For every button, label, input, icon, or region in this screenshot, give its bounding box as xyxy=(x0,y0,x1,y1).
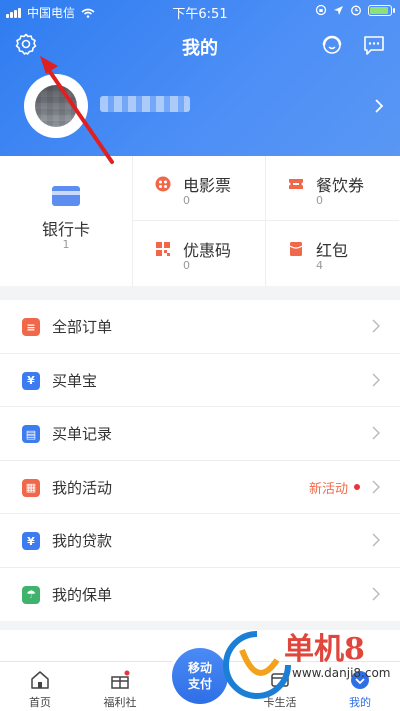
promo-code-icon xyxy=(156,242,170,256)
home-icon xyxy=(31,671,49,689)
red-packet-label: 红包 xyxy=(316,241,349,260)
food-coupon-icon xyxy=(289,179,303,189)
assets-grid: 银行卡 1 电影票 0 餐饮券 0 优惠码 0 红包 4 xyxy=(0,156,400,286)
mobile-pay-line1: 移动 xyxy=(187,661,212,675)
menu-item-label: 我的保单 xyxy=(52,585,113,604)
bank-card-tile[interactable]: 银行卡 1 xyxy=(0,156,133,286)
chevron-right-icon xyxy=(375,99,384,113)
chevron-right-icon xyxy=(372,426,380,440)
avatar[interactable] xyxy=(24,74,88,138)
chevron-right-icon xyxy=(372,372,380,387)
status-bar: 中国电信 下午6:51 xyxy=(0,0,400,22)
bank-card-label: 银行卡 xyxy=(41,220,90,239)
food-coupon-count: 0 xyxy=(316,194,323,207)
chevron-right-icon xyxy=(372,533,380,547)
promo-code-tile[interactable]: 优惠码 0 xyxy=(133,221,266,286)
red-packet-count: 4 xyxy=(316,259,323,272)
promo-code-count: 0 xyxy=(183,259,190,272)
bank-card-icon xyxy=(52,186,80,206)
menu-item-label: 我的活动 xyxy=(52,478,113,497)
promo-code-label: 优惠码 xyxy=(183,241,232,260)
menu-list: ≡ 全部订单 ¥ 买单宝 ▤ 买单记录 ▦ 我的活动 新活动 ¥ 我的贷款 ☂ … xyxy=(0,300,400,621)
chevron-right-icon xyxy=(372,479,380,494)
red-packet-tile[interactable]: 红包 4 xyxy=(266,221,399,286)
menu-item-my-activities[interactable]: ▦ 我的活动 新活动 xyxy=(0,461,400,514)
mobile-pay-line2: 支付 xyxy=(187,677,212,691)
location-icon xyxy=(334,5,343,15)
movie-ticket-tile[interactable]: 电影票 0 xyxy=(133,156,266,221)
new-activity-badge: 新活动 xyxy=(309,478,360,497)
movie-ticket-label: 电影票 xyxy=(183,176,232,195)
watermark-logo-icon xyxy=(223,631,291,699)
tab-label: 福利社 xyxy=(103,696,137,709)
alarm-icon xyxy=(351,5,361,16)
chevron-right-icon xyxy=(372,586,380,601)
pay-bag-icon: ¥ xyxy=(22,371,40,390)
tab-label: 首页 xyxy=(29,696,51,709)
menu-item-label: 买单记录 xyxy=(52,425,113,443)
chevron-right-icon xyxy=(372,319,380,333)
new-activity-text: 新活动 xyxy=(308,481,348,497)
menu-item-pay-records[interactable]: ▤ 买单记录 xyxy=(0,407,400,461)
rotation-lock-icon xyxy=(315,4,327,16)
profile-page: 中国电信 下午6:51 我的 银行卡 1 电影票 0 餐饮券 0 优惠码 0 红… xyxy=(0,0,400,711)
red-dot-icon xyxy=(354,484,360,490)
tab-home[interactable]: 首页 xyxy=(0,662,80,711)
menu-item-label: 我的贷款 xyxy=(52,532,113,550)
red-packet-icon xyxy=(289,242,303,256)
username-blurred xyxy=(100,96,190,112)
gift-icon xyxy=(111,670,130,689)
watermark-url: www.danji8.com xyxy=(292,666,391,680)
message-icon[interactable] xyxy=(360,31,388,59)
battery-icon xyxy=(368,4,395,16)
activity-icon: ▦ xyxy=(22,478,40,497)
menu-item-label: 买单宝 xyxy=(52,371,98,390)
loan-icon: ¥ xyxy=(22,532,40,550)
insurance-icon: ☂ xyxy=(22,585,40,604)
header: 中国电信 下午6:51 我的 xyxy=(0,0,400,156)
menu-item-my-policies[interactable]: ☂ 我的保单 xyxy=(0,568,400,622)
profile-card[interactable] xyxy=(24,72,384,144)
menu-item-all-orders[interactable]: ≡ 全部订单 xyxy=(0,300,400,354)
bank-card-count: 1 xyxy=(62,238,70,251)
movie-ticket-icon xyxy=(155,176,171,192)
tab-welfare[interactable]: 福利社 xyxy=(80,662,160,711)
orders-icon: ≡ xyxy=(22,318,40,336)
watermark-brand: 单机8 xyxy=(284,632,365,667)
mobile-pay-button[interactable]: 移动 支付 xyxy=(172,648,228,704)
food-coupon-label: 餐饮券 xyxy=(316,176,365,195)
menu-item-my-loans[interactable]: ¥ 我的贷款 xyxy=(0,514,400,568)
watermark: 单机8 www.danji8.com xyxy=(222,624,392,704)
record-icon: ▤ xyxy=(22,425,40,443)
food-coupon-tile[interactable]: 餐饮券 0 xyxy=(266,156,399,221)
menu-item-label: 全部订单 xyxy=(52,318,113,336)
customer-service-icon[interactable] xyxy=(318,31,346,59)
movie-ticket-count: 0 xyxy=(183,194,190,207)
menu-item-maidanbao[interactable]: ¥ 买单宝 xyxy=(0,354,400,407)
